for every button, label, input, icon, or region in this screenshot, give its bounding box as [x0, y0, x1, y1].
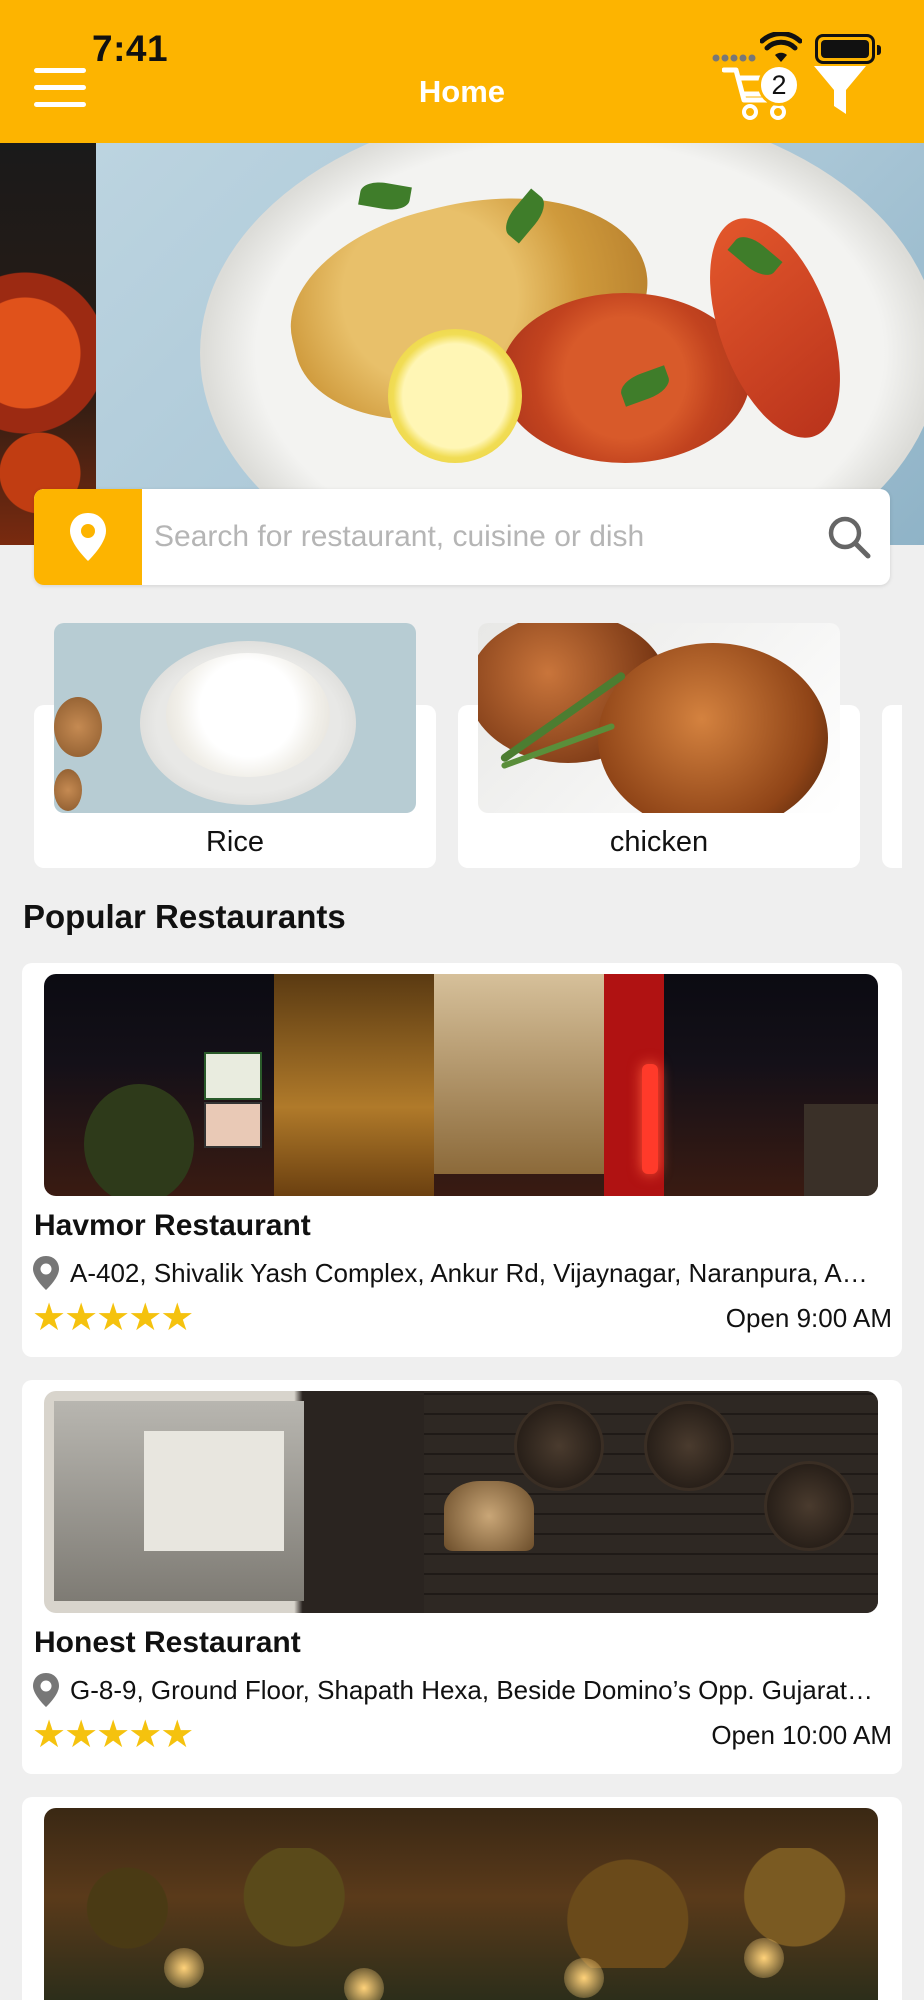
signal-icon: [712, 54, 756, 62]
section-title-popular: Popular Restaurants: [23, 898, 346, 935]
restaurant-card[interactable]: Havmor Restaurant A-402, Shivalik Yash C…: [22, 963, 902, 1357]
wifi-icon: [760, 32, 802, 62]
location-pin-icon: [70, 513, 106, 561]
restaurant-image: [44, 974, 878, 1196]
rating-stars: ★★★★★: [32, 1714, 194, 1756]
restaurant-name: Havmor Restaurant: [34, 1209, 311, 1242]
category-label: chicken: [609, 826, 709, 858]
map-pin-icon: [33, 1256, 59, 1290]
battery-icon: [815, 34, 881, 64]
location-button[interactable]: [34, 489, 142, 585]
hamburger-menu-icon: [34, 68, 86, 73]
rating-stars: ★★★★★: [32, 1297, 194, 1339]
restaurant-hours: Open 9:00 AM: [725, 1303, 892, 1333]
category-image-chicken[interactable]: [478, 623, 840, 813]
restaurant-image: [44, 1808, 878, 2000]
search-bar: [34, 489, 890, 585]
restaurant-card[interactable]: Honest Restaurant G-8-9, Ground Floor, S…: [22, 1380, 902, 1774]
category-label: Rice: [205, 826, 264, 858]
filter-funnel-icon[interactable]: [812, 64, 868, 116]
status-time: 7:41: [92, 28, 169, 69]
hero-banner[interactable]: [0, 143, 924, 545]
hero-slide-previous: [0, 143, 96, 545]
category-card-next[interactable]: [882, 705, 902, 868]
map-pin-icon: [33, 1673, 59, 1707]
app-header: 7:41 Home 2: [0, 0, 924, 143]
restaurant-card[interactable]: [22, 1797, 902, 2000]
restaurant-address: G-8-9, Ground Floor, Shapath Hexa, Besid…: [70, 1675, 878, 1705]
category-image-rice[interactable]: [54, 623, 416, 813]
magnifier-icon[interactable]: [826, 514, 872, 560]
restaurant-image: [44, 1391, 878, 1613]
cart-count-badge: 2: [758, 64, 800, 106]
search-input[interactable]: [154, 489, 834, 585]
restaurant-hours: Open 10:00 AM: [711, 1720, 892, 1750]
restaurant-name: Honest Restaurant: [34, 1626, 301, 1659]
restaurant-address: A-402, Shivalik Yash Complex, Ankur Rd, …: [70, 1258, 878, 1288]
